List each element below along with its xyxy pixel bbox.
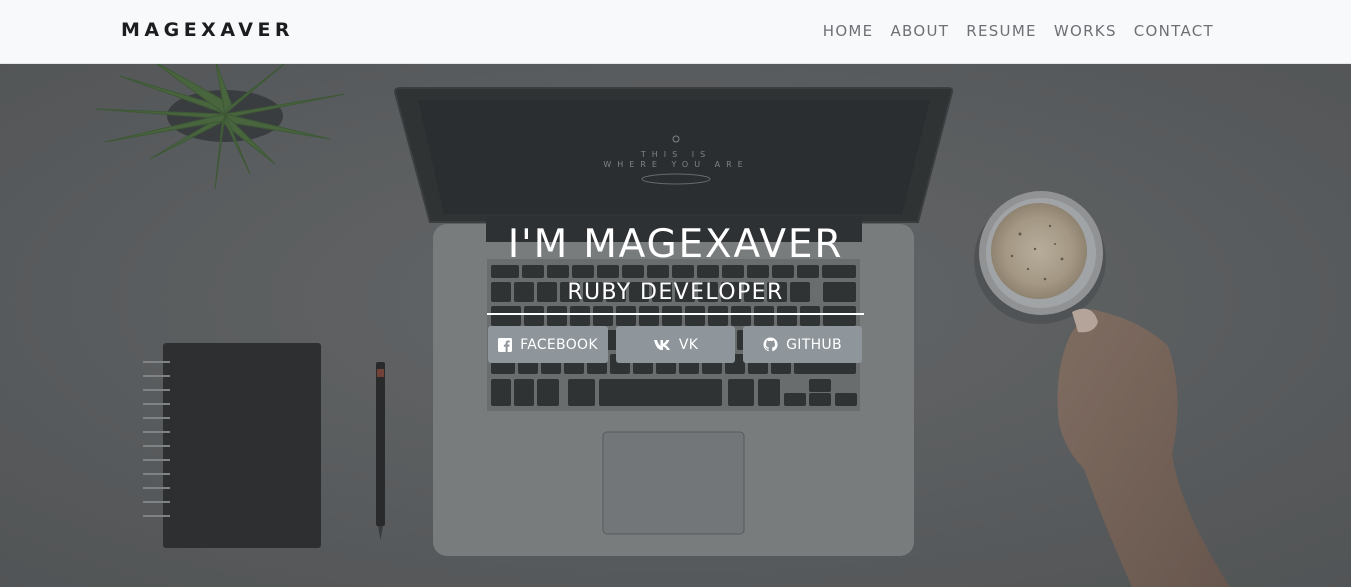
hero-title: I'M MAGEXAVER (507, 222, 844, 267)
nav-link-about[interactable]: ABOUT (890, 22, 949, 40)
vk-icon (653, 339, 671, 351)
facebook-button[interactable]: FACEBOOK (488, 326, 608, 363)
nav-link-resume[interactable]: RESUME (966, 22, 1037, 40)
social-buttons: FACEBOOK VK GITHUB (488, 326, 862, 363)
brand-logo[interactable]: MAGEXAVER (121, 19, 294, 41)
vk-label: VK (678, 336, 699, 353)
facebook-icon (498, 337, 513, 352)
github-button[interactable]: GITHUB (743, 326, 862, 363)
vk-button[interactable]: VK (616, 326, 735, 363)
github-label: GITHUB (786, 336, 842, 353)
navbar: MAGEXAVER HOME ABOUT RESUME WORKS CONTAC… (0, 0, 1351, 64)
hero-divider (487, 313, 864, 315)
hero-section: THIS IS WHERE YOU ARE I'M MAGEXAVER RUBY… (0, 64, 1351, 587)
nav-menu: HOME ABOUT RESUME WORKS CONTACT (823, 21, 1214, 40)
nav-link-works[interactable]: WORKS (1054, 22, 1117, 40)
nav-link-contact[interactable]: CONTACT (1134, 22, 1214, 40)
facebook-label: FACEBOOK (520, 336, 598, 353)
nav-link-home[interactable]: HOME (823, 22, 874, 40)
hero-subtitle: RUBY DEVELOPER (567, 280, 784, 305)
github-icon (763, 337, 778, 352)
